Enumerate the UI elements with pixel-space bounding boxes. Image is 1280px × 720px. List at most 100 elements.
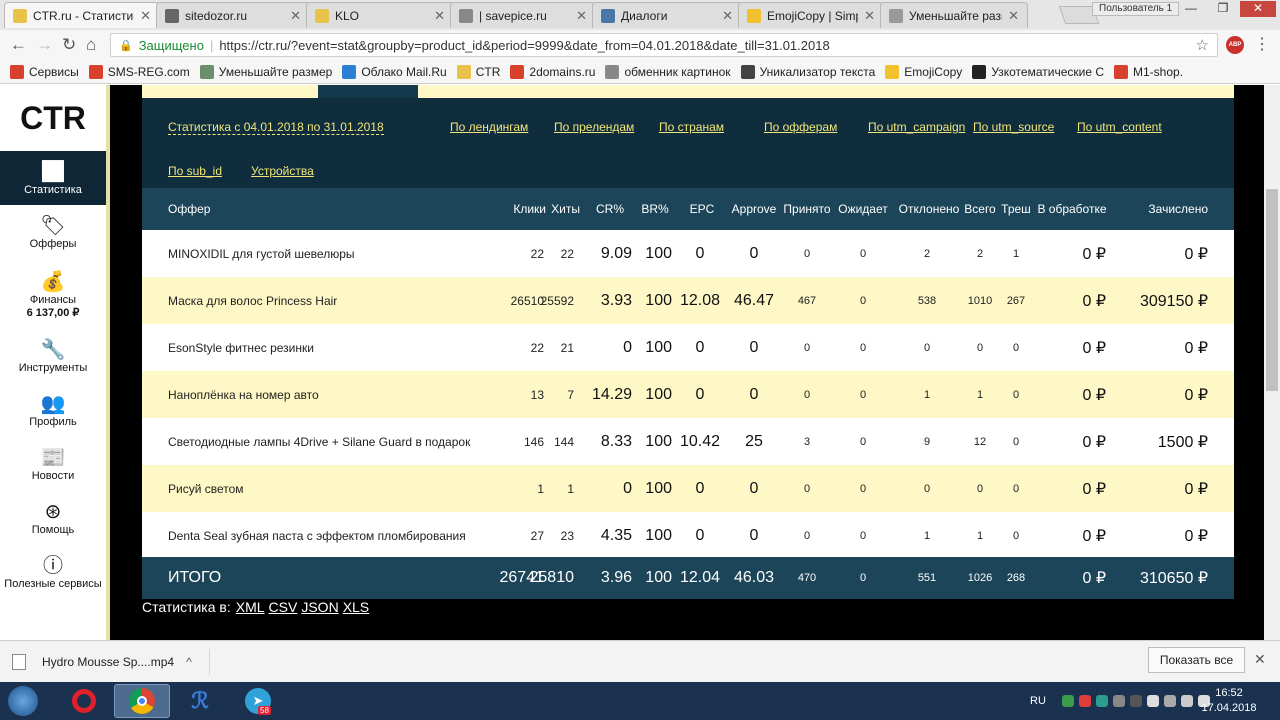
minimize-button[interactable]: — — [1176, 1, 1206, 17]
folder-icon — [13, 8, 27, 23]
bookmark-4[interactable]: Облако Mail.Ru — [342, 64, 447, 79]
reload-icon[interactable]: ↻ — [62, 35, 76, 55]
scrollbar-thumb[interactable] — [1266, 189, 1278, 391]
active-top-tab[interactable] — [318, 85, 418, 98]
chevron-up-icon[interactable]: ^ — [186, 655, 192, 669]
cell-cr: 3.93 — [600, 291, 632, 309]
groupby-link-9[interactable]: Устройства — [251, 164, 314, 178]
export-json-link[interactable]: JSON — [301, 599, 338, 615]
forward-icon[interactable]: → — [36, 35, 53, 55]
table-row: Маска для волос Princess Hair 26510 25592 3… — [142, 277, 1234, 324]
sidebar-item-6[interactable]: 📰 Новости — [0, 437, 106, 491]
show-all-button[interactable]: Показать все — [1148, 647, 1245, 673]
groupby-link-6[interactable]: По utm_source — [973, 120, 1054, 134]
monitor-icon[interactable] — [1163, 695, 1176, 707]
tab-close-icon[interactable]: ✕ — [434, 8, 445, 24]
groupby-link-1[interactable]: По лендингам — [450, 120, 528, 134]
export-csv-link[interactable]: CSV — [269, 599, 298, 615]
bookmark-9[interactable]: EmojiCopy — [885, 64, 962, 79]
groupby-link-2[interactable]: По прелендам — [554, 120, 634, 134]
cell-hits: 1 — [567, 481, 574, 496]
tray-icon-2[interactable] — [1078, 695, 1091, 707]
tab-4[interactable]: | savepice.ru ✕ — [450, 2, 596, 28]
url-text[interactable]: https://ctr.ru/?event=stat&groupby=produ… — [219, 38, 829, 53]
start-icon[interactable] — [0, 684, 46, 718]
column-header: Отклонено — [898, 202, 960, 216]
back-icon[interactable]: ← — [10, 35, 27, 55]
cell-accepted: 0 — [803, 529, 811, 542]
bookmark-label: 2domains.ru — [529, 64, 596, 79]
sidebar-item-label: Финансы — [29, 293, 77, 306]
bookmarks-bar: Сервисы SMS-REG.com Уменьшайте размер Облак… — [0, 60, 1280, 84]
cell-clicks: 26510 — [510, 293, 544, 308]
bookmark-1[interactable]: Сервисы — [10, 64, 79, 79]
bookmark-6[interactable]: 2domains.ru — [510, 64, 596, 79]
address-bar[interactable]: 🔒 Защищено | https://ctr.ru/?event=stat&… — [110, 33, 1218, 57]
site-logo[interactable]: CTR — [0, 85, 106, 151]
tab-close-icon[interactable]: ✕ — [864, 8, 875, 24]
tab-close-icon[interactable]: ✕ — [722, 8, 733, 24]
home-icon[interactable]: ⌂ — [86, 35, 96, 55]
flag-icon[interactable] — [1146, 695, 1159, 707]
tab-close-icon[interactable]: ✕ — [140, 8, 151, 24]
sidebar-item-7[interactable]: ⊛ Помощь — [0, 491, 106, 545]
groupby-link-5[interactable]: По utm_campaign — [868, 120, 965, 134]
column-header: CR% — [595, 202, 624, 216]
profile-button[interactable]: Пользователь 1 — [1092, 2, 1180, 16]
page-scrollbar[interactable] — [1264, 85, 1280, 640]
tab-close-icon[interactable]: ✕ — [290, 8, 301, 24]
period-link[interactable]: Статистика с 04.01.2018 по 31.01.2018 — [168, 120, 384, 135]
bookmark-5[interactable]: CTR — [456, 64, 500, 79]
tab-5[interactable]: Диалоги ✕ — [592, 2, 742, 28]
tray-icon-5[interactable] — [1129, 695, 1142, 707]
tray-icon-1[interactable] — [1061, 695, 1074, 707]
tray-icon-3[interactable] — [1095, 695, 1108, 707]
groupby-link-4[interactable]: По офферам — [764, 120, 837, 134]
sidebar-item-5[interactable]: 👥 Профиль — [0, 383, 106, 437]
close-icon[interactable]: ✕ — [1254, 651, 1266, 668]
groupby-link-7[interactable]: По utm_content — [1077, 120, 1162, 134]
sidebar-item-2[interactable]: 🏷 Офферы — [0, 205, 106, 259]
bookmark-10[interactable]: Узкотематические С — [972, 64, 1104, 79]
tab-close-icon[interactable]: ✕ — [576, 8, 587, 24]
bookmark-8[interactable]: Уникализатор текста — [740, 64, 875, 79]
adblock-icon[interactable]: ABP — [1226, 36, 1244, 54]
download-item[interactable]: Hydro Mousse Sp....mp4 ^ — [12, 649, 210, 675]
maximize-button[interactable]: ❐ — [1208, 1, 1238, 17]
sidebar-item-4[interactable]: 🔧 Инструменты — [0, 329, 106, 383]
signal-icon[interactable] — [1180, 695, 1193, 707]
export-xls-link[interactable]: XLS — [343, 599, 369, 615]
compress-icon — [199, 64, 214, 79]
tab-close-icon[interactable]: ✕ — [1008, 8, 1019, 24]
export-xml-link[interactable]: XML — [236, 599, 265, 615]
tab-7[interactable]: Уменьшайте разме ✕ — [880, 2, 1028, 28]
groupby-link-3[interactable]: По странам — [659, 120, 724, 134]
chrome-icon[interactable] — [114, 684, 170, 718]
tab-1[interactable]: CTR.ru - Статистика ✕ — [4, 2, 160, 28]
bookmark-star-icon[interactable]: ☆ — [1196, 36, 1209, 54]
column-header: Хиты — [551, 202, 580, 216]
export-label: Статистика в: — [142, 599, 231, 615]
bookmark-2[interactable]: SMS-REG.com — [88, 64, 190, 79]
tab-2[interactable]: sitedozor.ru ✕ — [156, 2, 310, 28]
menu-icon[interactable]: ⋮ — [1254, 34, 1270, 54]
tray-icon-4[interactable] — [1112, 695, 1125, 707]
sidebar-item-3[interactable]: 💰 Финансы 6 137,00 ₽ — [0, 259, 106, 329]
clock[interactable]: 16:52 17.04.2018 — [1200, 686, 1258, 716]
tab-3[interactable]: KLO ✕ — [306, 2, 454, 28]
sidebar-item-1[interactable]: 📈 Статистика — [0, 151, 106, 205]
bookmark-3[interactable]: Уменьшайте размер — [199, 64, 332, 79]
cell-trash: 0 — [1012, 529, 1020, 542]
close-window-button[interactable]: ✕ — [1240, 1, 1276, 17]
tab-6[interactable]: EmojiCopy | Simple ✕ — [738, 2, 884, 28]
sidebar-item-label: Офферы — [29, 238, 77, 250]
cell-rejected: 0 — [923, 482, 931, 495]
groupby-link-8[interactable]: По sub_id — [168, 164, 222, 178]
bookmark-11[interactable]: M1-shop. — [1114, 64, 1183, 79]
cell-cr: 14.29 — [591, 385, 632, 403]
bookmark-7[interactable]: обменник картинок — [605, 64, 731, 79]
app-icon[interactable]: ℛ — [172, 684, 228, 718]
opera-icon[interactable] — [56, 684, 112, 718]
sidebar-item-8[interactable]: ⓘ Полезные сервисы — [0, 545, 106, 599]
language-indicator[interactable]: RU — [1030, 695, 1046, 707]
